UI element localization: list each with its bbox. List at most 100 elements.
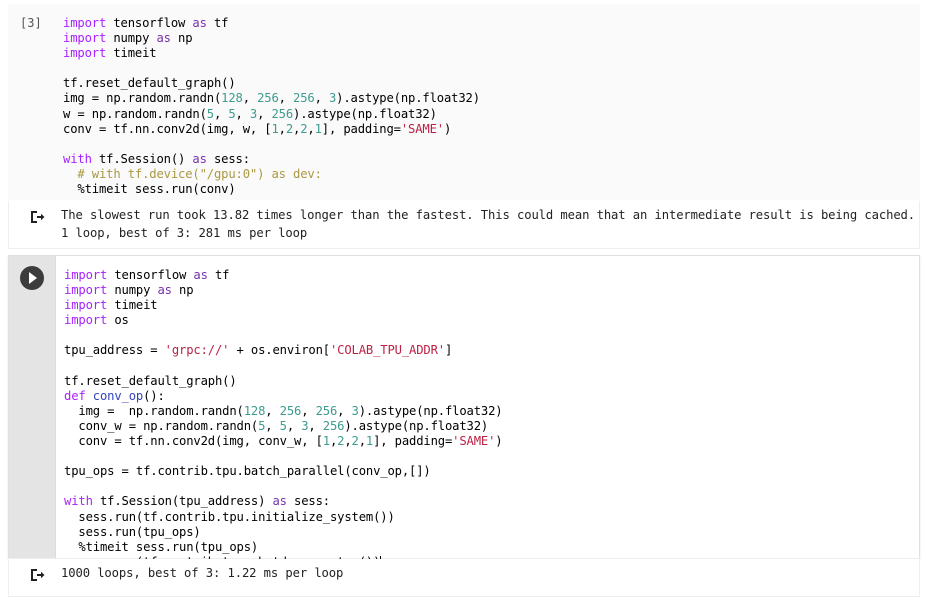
code-token: ).astype(np.float32) bbox=[358, 403, 503, 418]
code-token: 2 bbox=[285, 121, 293, 136]
code-line: img = np.random.randn(128, 256, 256, 3).… bbox=[64, 404, 915, 419]
code-line: # with tf.device("/gpu:0") as dev: bbox=[63, 167, 916, 182]
code-token: as bbox=[192, 16, 207, 30]
code-line: tf.reset_default_graph() bbox=[63, 76, 916, 91]
code-token: , bbox=[265, 403, 280, 418]
code-token: import bbox=[63, 46, 107, 61]
code-line: conv = tf.nn.conv2d(img, w, [1,2,2,1], p… bbox=[63, 122, 916, 137]
code-token: ] bbox=[444, 343, 453, 358]
code-token: as bbox=[156, 31, 171, 46]
code-token: img = np.random.randn( bbox=[64, 403, 244, 418]
code-token: ], padding= bbox=[321, 121, 401, 136]
code-token: %timeit sess.run(tpu_ops) bbox=[64, 539, 259, 554]
cell-2-output-text: 1000 loops, best of 3: 1.22 ms per loop bbox=[61, 564, 913, 582]
code-token: 256 bbox=[257, 91, 279, 106]
code-token: 'grpc://' bbox=[164, 343, 230, 358]
code-token: , bbox=[278, 121, 286, 136]
code-token: 1 bbox=[271, 121, 279, 136]
code-token: , bbox=[358, 434, 366, 449]
code-token: 5 bbox=[279, 418, 287, 433]
output-line: 1000 loops, best of 3: 1.22 ms per loop bbox=[61, 566, 344, 580]
code-token: img = np.random.randn( bbox=[63, 91, 222, 106]
code-line: def conv_op(): bbox=[64, 389, 915, 404]
code-token: np bbox=[170, 31, 193, 46]
code-line: img = np.random.randn(128, 256, 256, 3).… bbox=[63, 91, 916, 106]
code-token: , bbox=[308, 418, 323, 433]
code-token: , bbox=[286, 418, 302, 433]
code-line: conv_w = np.random.randn(5, 5, 3, 256).a… bbox=[64, 419, 915, 434]
code-token: # with tf.device("/gpu:0") as dev: bbox=[63, 166, 322, 181]
code-token: tf.reset_default_graph() bbox=[63, 76, 236, 91]
code-token: numpy bbox=[107, 283, 158, 298]
code-token: ) bbox=[443, 121, 452, 136]
code-token: tf bbox=[207, 268, 230, 282]
cell-2-output: 1000 loops, best of 3: 1.22 ms per loop bbox=[8, 559, 920, 597]
code-line: import tensorflow as tf bbox=[63, 16, 916, 31]
code-token: timeit bbox=[107, 298, 158, 313]
cell-1-code-editor[interactable]: import tensorflow as tf import numpy as n… bbox=[63, 16, 916, 197]
code-token: as bbox=[272, 494, 287, 509]
code-token: , bbox=[301, 403, 316, 418]
code-token: (): bbox=[143, 388, 165, 403]
code-line: tpu_address = 'grpc://' + os.environ['CO… bbox=[64, 343, 915, 358]
code-line: import os bbox=[64, 313, 915, 328]
code-token: 'SAME' bbox=[452, 434, 496, 449]
code-token: 128 bbox=[221, 91, 243, 106]
cell-1-output-text: The slowest run took 13.82 times longer … bbox=[61, 206, 916, 242]
cell-2-code-editor[interactable]: import tensorflow as tf import numpy as n… bbox=[64, 268, 915, 571]
code-token: 3 bbox=[351, 403, 359, 418]
code-line: with tf.Session(tpu_address) as sess: bbox=[64, 494, 915, 509]
code-line: import numpy as np bbox=[63, 31, 916, 46]
output-line: The slowest run took 13.82 times longer … bbox=[61, 208, 916, 222]
code-line: import timeit bbox=[64, 298, 915, 313]
code-cell-2[interactable]: import tensorflow as tf import numpy as n… bbox=[8, 255, 920, 571]
code-token: tf.Session() bbox=[91, 151, 193, 166]
code-token: 3 bbox=[249, 106, 258, 121]
code-token: 256 bbox=[322, 418, 345, 433]
output-line: 1 loop, best of 3: 281 ms per loop bbox=[61, 226, 308, 240]
code-token: , bbox=[265, 418, 280, 433]
code-token: tpu_address = bbox=[64, 343, 165, 358]
code-token: os bbox=[107, 313, 129, 328]
code-line: tf.reset_default_graph() bbox=[64, 374, 915, 389]
code-line: sess.run(tf.contrib.tpu.initialize_syste… bbox=[64, 510, 915, 525]
code-token: 256 bbox=[271, 106, 293, 121]
code-line: %timeit sess.run(tpu_ops) bbox=[64, 540, 915, 555]
code-token: sess: bbox=[206, 151, 250, 166]
code-line: with tf.Session() as sess: bbox=[63, 152, 916, 167]
code-token: with bbox=[64, 494, 93, 509]
run-cell-button[interactable] bbox=[20, 266, 44, 290]
code-token: 5 bbox=[228, 106, 236, 121]
code-token: tpu_ops = tf.contrib.tpu.batch_parallel(… bbox=[64, 464, 431, 479]
code-token: as bbox=[192, 151, 207, 166]
code-token: import bbox=[64, 298, 108, 313]
code-token: + os.environ[ bbox=[229, 343, 331, 358]
code-token: import bbox=[64, 283, 108, 298]
code-token: ).astype(np.float32) bbox=[344, 418, 489, 433]
code-token: sess.run(tpu_ops) bbox=[64, 524, 201, 539]
code-line: import numpy as np bbox=[64, 283, 915, 298]
cell-1-execution-count: [3] bbox=[20, 16, 42, 30]
code-token: numpy bbox=[106, 31, 157, 46]
code-line: import tensorflow as tf bbox=[64, 268, 915, 283]
code-token: , bbox=[307, 121, 315, 136]
code-token: 1 bbox=[322, 434, 330, 449]
code-token: tf.Session(tpu_address) bbox=[92, 494, 273, 509]
code-token: ).astype(np.float32) bbox=[336, 91, 480, 106]
cell-2-gutter bbox=[9, 256, 56, 558]
code-token: 256 bbox=[315, 403, 338, 418]
code-token: conv = tf.nn.conv2d(img, conv_w, [ bbox=[64, 434, 323, 449]
code-token: sess: bbox=[286, 494, 330, 509]
code-token: import bbox=[64, 313, 108, 328]
code-line: %timeit sess.run(conv) bbox=[63, 182, 916, 197]
code-token: with bbox=[63, 151, 92, 166]
code-token: conv_w = np.random.randn( bbox=[64, 418, 259, 433]
code-token: np bbox=[171, 283, 194, 298]
code-token: tf bbox=[206, 16, 229, 30]
code-token: import bbox=[63, 31, 107, 46]
code-cell-1[interactable]: [3] import tensorflow as tf import numpy … bbox=[8, 4, 920, 200]
code-token: 'COLAB_TPU_ADDR' bbox=[329, 343, 445, 358]
